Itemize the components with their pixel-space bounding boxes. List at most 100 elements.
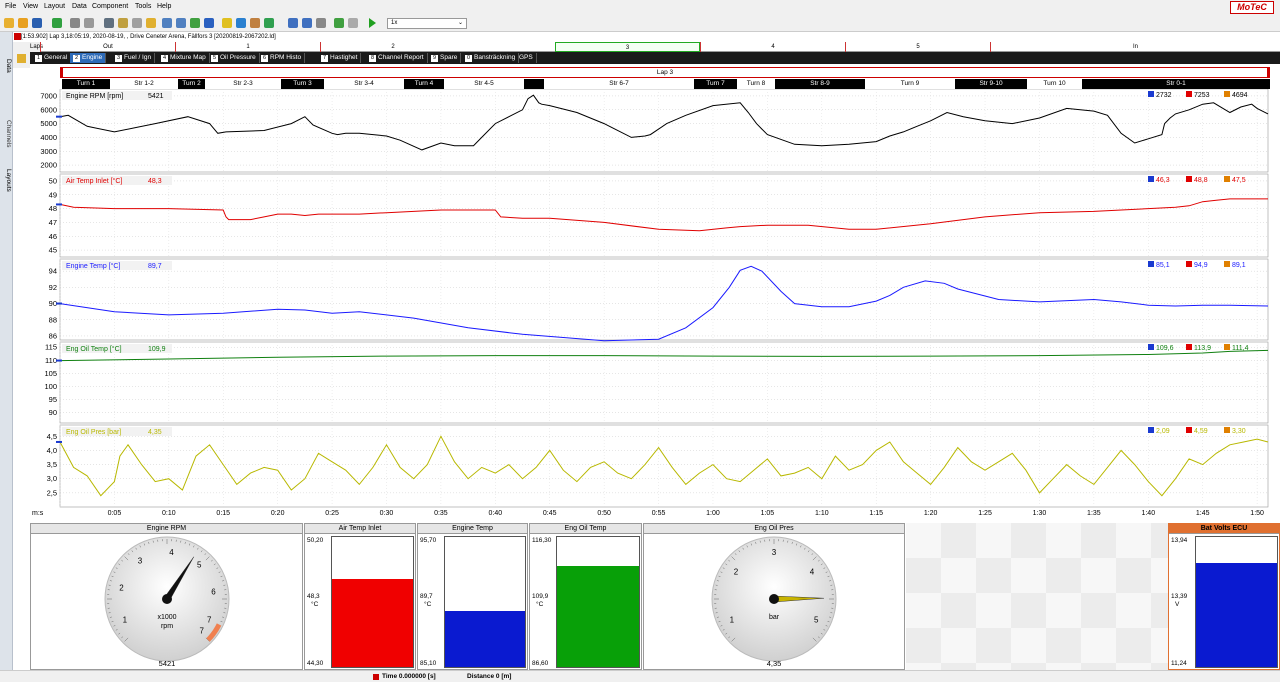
chart-air-temp-inlet[interactable]: 50 49 48 47 46 45 Air Temp Inlet [°C] 48,3 46,3 4… [49, 173, 1269, 258]
worksheet-tab-rpm-histo[interactable]: 6 RPM Histo [258, 53, 306, 63]
worksheet-tab-gps[interactable]: GPS [516, 53, 537, 63]
sector-turn-9[interactable]: Turn 9 [865, 79, 955, 89]
laps-bar: Laps Out 1 2 3 4 5 In [30, 42, 1280, 52]
filter-icon[interactable] [316, 18, 326, 28]
refresh-icon[interactable] [334, 18, 344, 28]
bar-eng-oil-temp-fill [557, 565, 639, 667]
save-icon[interactable] [32, 18, 42, 28]
y-tick-label: 5000 [40, 119, 57, 128]
worksheet-tab-spare[interactable]: 9 Spare [428, 53, 462, 63]
tab-number: 2 [73, 55, 80, 62]
chart-eng-oil-pres[interactable]: 4,5 4,0 3,5 3,0 2,5 Eng Oil Pres [bar] 4,35 2,0… [47, 424, 1269, 508]
sector-str-8-9[interactable]: Str 8-9 [775, 79, 865, 89]
window-icon[interactable] [162, 18, 172, 28]
lap-5[interactable]: 5 [845, 42, 990, 52]
lap-1[interactable]: 1 [175, 42, 320, 52]
tab-label: RPM Histo [270, 54, 302, 61]
sector-str-9-10[interactable]: Str 9-10 [955, 79, 1027, 89]
time-tick-label: 1:45 [1196, 510, 1210, 517]
chart-max-value: 7253 [1194, 92, 1210, 99]
worksheet-tab-banstr-ckning[interactable]: 0 Bansträckning [462, 53, 520, 63]
cursor-icon[interactable] [250, 18, 260, 28]
sector-turn-8[interactable]: Turn 8 [737, 79, 775, 89]
worksheet-tab-fuel-ign[interactable]: 3 Fuel / Ign [112, 53, 156, 63]
bar-panel-engine-temp: Engine Temp 95,70 89,7 °C 85,10 [417, 523, 528, 670]
menu-file[interactable]: File [5, 3, 16, 10]
oil-pres-gauge-panel: Eng Oil Pres 1 2 3 4 5 bar 4,35 [643, 523, 905, 670]
open-folder-icon[interactable] [18, 18, 28, 28]
dock-tab-channels[interactable]: Channels [1, 112, 12, 156]
add-icon[interactable] [52, 18, 62, 28]
y-tick-label: 94 [49, 267, 57, 276]
layout-icon[interactable] [176, 18, 186, 28]
min-marker-icon [1148, 427, 1154, 433]
sector-str-4-5[interactable]: Str 4-5 [444, 79, 524, 89]
sector-turn-3[interactable]: Turn 3 [281, 79, 324, 89]
y-tick-label: 115 [45, 343, 57, 352]
menu-tools[interactable]: Tools [135, 3, 151, 10]
bar-bat-volts-ecu-title: Bat Volts ECU [1169, 524, 1279, 534]
lap-in[interactable]: In [990, 42, 1280, 52]
chart-max-value: 94,9 [1194, 262, 1208, 269]
sector-turn-7[interactable]: Turn 7 [694, 79, 737, 89]
back-icon[interactable] [288, 18, 298, 28]
tab-number: 4 [161, 55, 168, 62]
sector-str-1-2[interactable]: Str 1-2 [110, 79, 178, 89]
time-tick-label: 1:05 [761, 510, 775, 517]
lap-4[interactable]: 4 [700, 42, 845, 52]
chart-eng-oil-temp[interactable]: 115 110 105 100 95 90 Eng Oil Temp [°C] 109,9 10… [44, 341, 1269, 424]
playback-speed-select[interactable]: 1x ⌄ [387, 18, 467, 29]
menu-view[interactable]: View [23, 3, 38, 10]
sector-turn-4[interactable]: Turn 4 [404, 79, 444, 89]
chart-engine-temp[interactable]: 94 92 90 88 86 Engine Temp [°C] 89,7 85,1 94,9 89… [49, 258, 1269, 342]
sector-str-2-3[interactable]: Str 2-3 [205, 79, 281, 89]
play-icon[interactable] [369, 18, 376, 28]
y-tick-label: 88 [49, 315, 57, 324]
time-tick-label: 0:15 [216, 510, 230, 517]
worksheet-tab-oil-pressure[interactable]: 5 Oil Pressure [208, 53, 260, 63]
menu-data[interactable]: Data [72, 3, 87, 10]
print-icon[interactable] [70, 18, 80, 28]
chart-title: Air Temp Inlet [°C] [66, 177, 122, 185]
overlay-icon[interactable] [264, 18, 274, 28]
menu-layout[interactable]: Layout [44, 3, 65, 10]
folder-icon[interactable] [17, 54, 26, 63]
worksheet-tab-channel-report[interactable]: 8 Channel Report [366, 53, 428, 63]
bar-panel-air-temp-inlet: Air Temp Inlet 50,20 48,3 °C 44,30 [304, 523, 416, 670]
left-dock: Data Channels Layouts [0, 32, 13, 682]
lap-3[interactable]: 3 [555, 42, 700, 52]
sector-blank[interactable] [524, 79, 544, 89]
lap-out[interactable]: Out [40, 42, 175, 52]
arrow-icon[interactable] [348, 18, 358, 28]
forward-icon[interactable] [302, 18, 312, 28]
chart-engine-rpm[interactable]: 7000 6000 5000 4000 3000 2000 Engine RPM [rpm]… [40, 89, 1269, 173]
sector-turn-10[interactable]: Turn 10 [1027, 79, 1082, 89]
sector-turn-1[interactable]: Turn 1 [62, 79, 110, 89]
export-icon[interactable] [190, 18, 200, 28]
worksheet-tab-general[interactable]: 1 General [32, 53, 72, 63]
tools-icon[interactable] [118, 18, 128, 28]
scissors-icon[interactable] [132, 18, 142, 28]
sector-str-0-1[interactable]: Str 0-1 [1082, 79, 1270, 89]
menu-help[interactable]: Help [157, 3, 171, 10]
sector-turn-2[interactable]: Turn 2 [178, 79, 205, 89]
zoom-fit-icon[interactable] [236, 18, 246, 28]
menu-component[interactable]: Component [92, 3, 128, 10]
worksheet-tab-engine[interactable]: 2 Engine [70, 53, 107, 63]
camera-icon[interactable] [104, 18, 114, 28]
lap-2[interactable]: 2 [320, 42, 465, 52]
sector-str-3-4[interactable]: Str 3-4 [324, 79, 404, 89]
dock-tab-layouts[interactable]: Layouts [1, 162, 12, 198]
time-series-charts[interactable]: 7000 6000 5000 4000 3000 2000 Engine RPM [rpm]… [30, 89, 1280, 521]
worksheet-tab-hastighet[interactable]: 7 Hastighet [318, 53, 362, 63]
worksheet-tab-mixture-map[interactable]: 4 Mixture Map [158, 53, 210, 63]
table-icon[interactable] [222, 18, 232, 28]
grid-icon[interactable] [204, 18, 214, 28]
gauge-scale-label: 2 [734, 567, 739, 576]
sector-str-6-7[interactable]: Str 6-7 [544, 79, 694, 89]
preview-icon[interactable] [84, 18, 94, 28]
time-tick-label: 1:25 [978, 510, 992, 517]
dock-tab-data[interactable]: Data [1, 50, 12, 82]
open-icon[interactable] [4, 18, 14, 28]
bookmark-icon[interactable] [146, 18, 156, 28]
